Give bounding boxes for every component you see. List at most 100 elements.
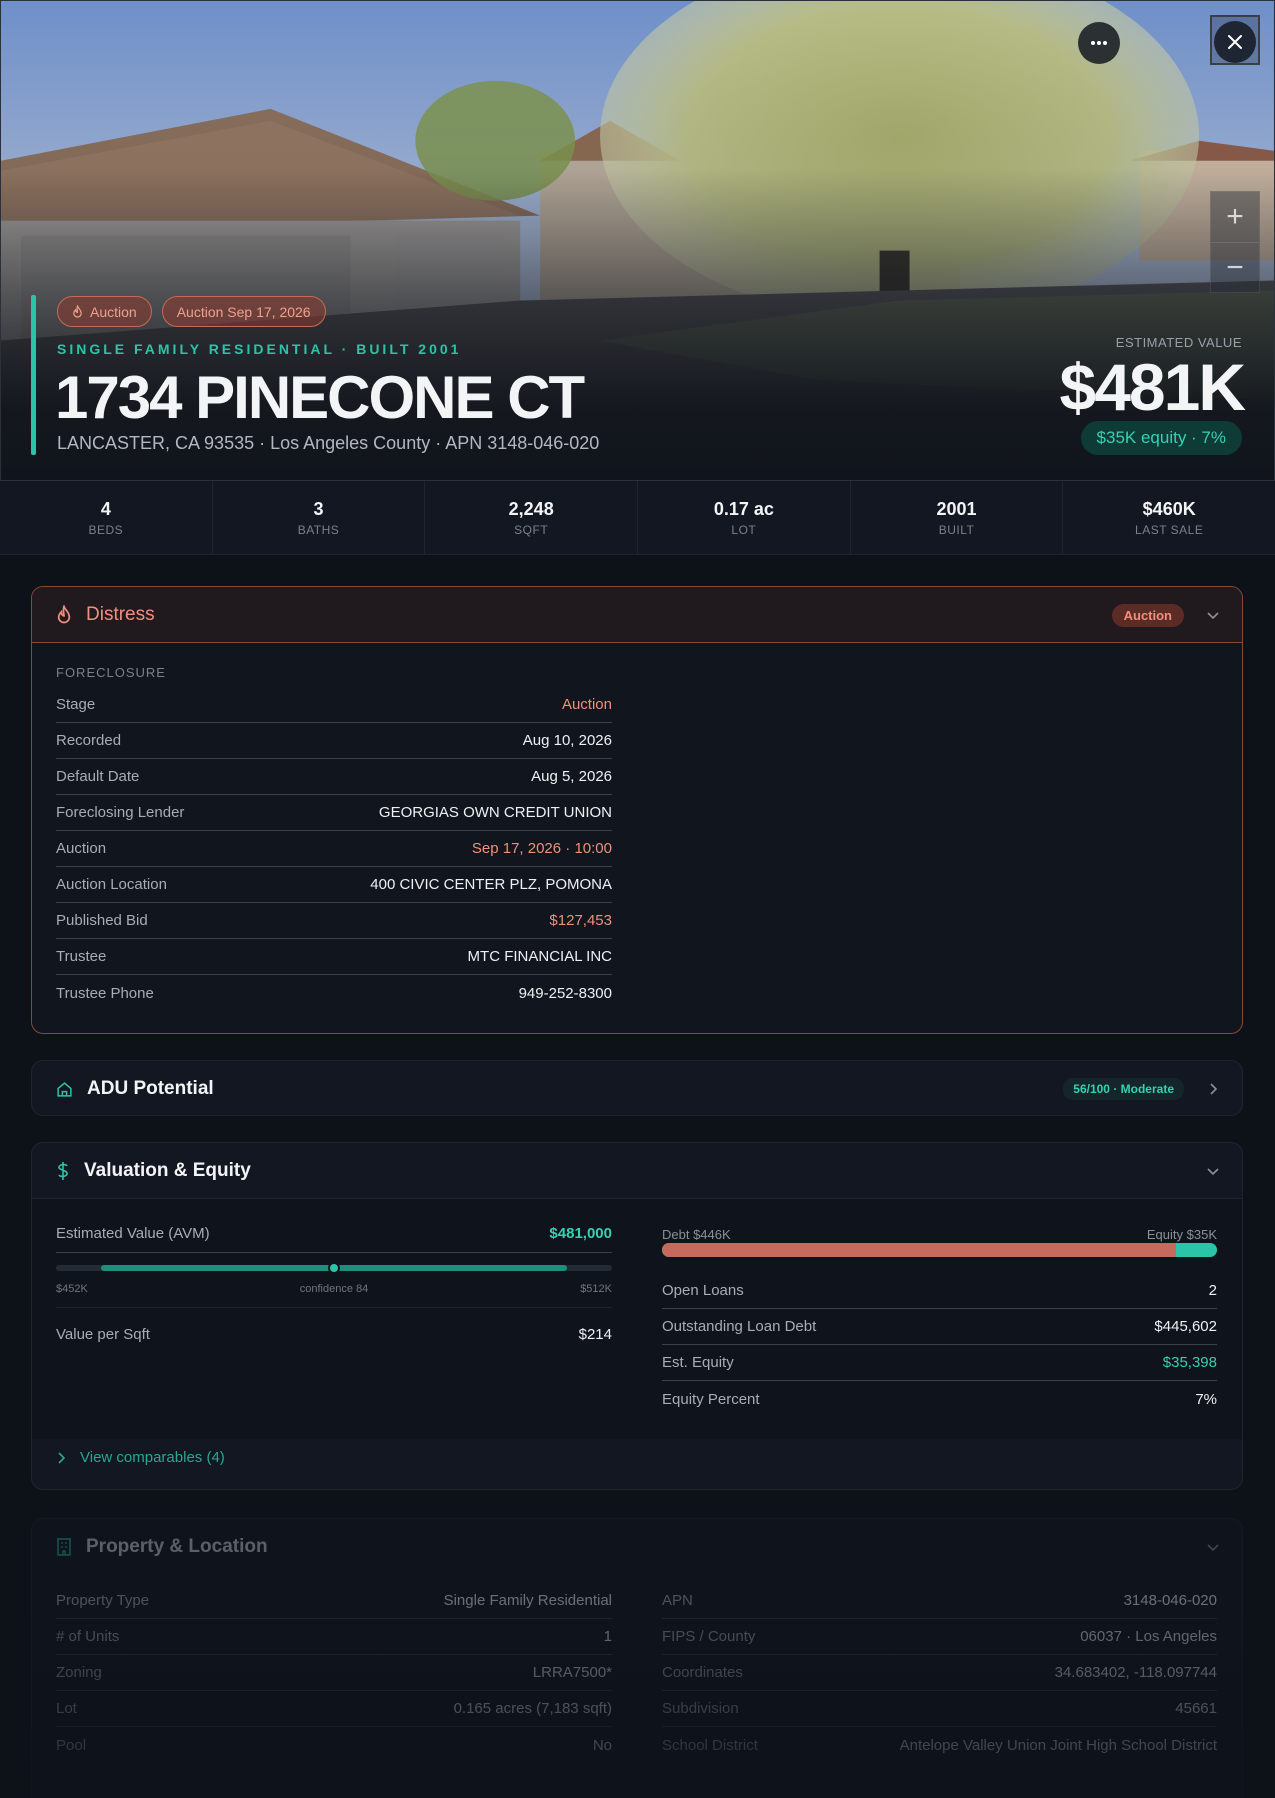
adu-potential-section[interactable]: ADU Potential 56/100 · Moderate (31, 1060, 1243, 1116)
row-label: Outstanding Loan Debt (662, 1318, 817, 1335)
stat-lot: 0.17 ac LOT (638, 481, 851, 554)
location-details-list: APN 3148-046-020 FIPS / County 06037 · Los… (662, 1583, 1217, 1763)
chevron-right-icon (58, 1451, 66, 1464)
row-label: Recorded (56, 732, 122, 749)
auction-chip: Auction (57, 296, 152, 327)
list-item: Zoning LRRA7500* (56, 1655, 612, 1691)
section-title: Distress (86, 603, 155, 625)
row-value: 45661 (1175, 1700, 1217, 1717)
row-label: Lot (56, 1700, 77, 1717)
close-button-frame (1210, 15, 1260, 65)
row-value: Single Family Residential (443, 1592, 612, 1609)
row-label: Trustee Phone (56, 984, 154, 1002)
chip-label: Auction Sep 17, 2026 (176, 303, 311, 320)
value-per-sqft-row: Value per Sqft $214 (56, 1307, 612, 1343)
zoom-out-button[interactable]: − (1211, 242, 1259, 292)
list-item: Open Loans 2 (662, 1273, 1217, 1309)
list-item: Coordinates 34.683402, -118.097744 (662, 1655, 1217, 1691)
close-button[interactable] (1214, 21, 1256, 63)
row-label: # of Units (56, 1628, 120, 1645)
avm-estimate-marker (328, 1262, 340, 1274)
valuation-header[interactable]: Valuation & Equity (32, 1143, 1242, 1199)
row-label: Auction Location (56, 876, 167, 893)
distress-section: Distress Auction FORECLOSURE Stage Auctio… (31, 586, 1243, 1034)
stat-label: BEDS (88, 522, 124, 537)
property-details-list: Property Type Single Family Residential #… (56, 1583, 612, 1763)
section-title: Valuation & Equity (84, 1159, 251, 1181)
property-location: LANCASTER, CA 93535 · Los Angeles County… (57, 433, 600, 453)
row-value: 949-252-8300 (518, 984, 612, 1002)
map-zoom-controls: + − (1210, 191, 1260, 293)
building-icon (57, 1538, 71, 1556)
equity-pill: $35K equity · 7% (1080, 421, 1242, 455)
adu-score-badge: 56/100 · Moderate (1063, 1078, 1184, 1100)
list-item: School District Antelope Valley Union Joi… (662, 1727, 1217, 1763)
row-label: Equity Percent (662, 1390, 760, 1408)
home-icon (57, 1081, 72, 1097)
chevron-down-icon[interactable] (1206, 1540, 1220, 1554)
row-value: $214 (578, 1326, 612, 1343)
row-label: Published Bid (56, 912, 148, 929)
row-value: 7% (1195, 1390, 1217, 1408)
chip-label: Auction (90, 303, 137, 320)
row-label: School District (662, 1736, 758, 1754)
avm-value: $481,000 (549, 1225, 612, 1242)
list-item: Trustee Phone 949-252-8300 (56, 975, 612, 1011)
stat-label: SQFT (514, 522, 549, 537)
estimated-value: $481K (1059, 350, 1246, 424)
debt-equity-bar (662, 1243, 1217, 1257)
row-value: No (592, 1736, 612, 1754)
zoom-in-button[interactable]: + (1211, 192, 1259, 242)
header-actions (1206, 1519, 1220, 1575)
row-value: $35,398 (1162, 1354, 1217, 1371)
chevron-right-icon[interactable] (1206, 1082, 1220, 1096)
chevron-down-icon[interactable] (1206, 608, 1220, 622)
adu-header[interactable]: ADU Potential 56/100 · Moderate (32, 1061, 1242, 1115)
row-value: 06037 · Los Angeles (1080, 1628, 1217, 1645)
row-label: Auction (56, 840, 107, 857)
stat-sqft: 2,248 SQFT (425, 481, 639, 554)
property-header[interactable]: Property & Location (32, 1519, 1242, 1575)
header-actions: Auction (1111, 587, 1220, 643)
dollar-icon (58, 1161, 68, 1180)
debt-equity-labels: Debt $446K Equity $35K (662, 1227, 1217, 1242)
row-label: APN (662, 1592, 693, 1609)
list-item: Subdivision 45661 (662, 1691, 1217, 1727)
row-label: Coordinates (662, 1664, 743, 1681)
comparables-label: View comparables (4) (80, 1449, 225, 1466)
chevron-down-icon[interactable] (1206, 1164, 1220, 1178)
more-options-button[interactable] (1078, 22, 1120, 64)
stat-value: 2,248 (508, 498, 554, 519)
row-label: Subdivision (662, 1700, 739, 1717)
row-value: 3148-046-020 (1123, 1592, 1217, 1609)
stat-last-sale: $460K LAST SALE (1063, 481, 1275, 554)
list-item: Recorded Aug 10, 2026 (56, 723, 612, 759)
debt-label: Debt $446K (662, 1227, 731, 1242)
row-label: Pool (56, 1736, 87, 1754)
row-label: Trustee (56, 948, 107, 965)
row-value: 34.683402, -118.097744 (1054, 1664, 1217, 1681)
row-label: Zoning (56, 1664, 102, 1681)
list-item: # of Units 1 (56, 1619, 612, 1655)
row-label: Est. Equity (662, 1354, 734, 1371)
row-label: Default Date (56, 768, 140, 785)
close-icon (1228, 35, 1242, 49)
row-value: 1 (603, 1628, 612, 1645)
row-value: $445,602 (1154, 1318, 1217, 1335)
list-item: Foreclosing Lender GEORGIAS OWN CREDIT UN… (56, 795, 612, 831)
group-label: FORECLOSURE (56, 665, 166, 680)
view-comparables-link[interactable]: View comparables (4) (56, 1449, 225, 1466)
list-item: Equity Percent 7% (662, 1381, 1217, 1417)
distress-header[interactable]: Distress Auction (32, 587, 1242, 643)
stat-value: 4 (100, 498, 111, 519)
stat-label: BATHS (297, 522, 340, 537)
row-value: Sep 17, 2026 · 10:00 (471, 840, 612, 857)
property-stats-bar: 4 BEDS 3 BATHS 2,248 SQFT 0.17 ac LOT 20… (0, 480, 1275, 555)
stat-beds: 4 BEDS (0, 481, 213, 554)
status-badge: Auction (1111, 603, 1184, 627)
header-actions (1206, 1143, 1220, 1199)
stat-value: 2001 (936, 498, 977, 519)
property-kicker: SINGLE FAMILY RESIDENTIAL · BUILT 2001 (57, 341, 462, 357)
flame-icon (57, 605, 71, 624)
list-item: Lot 0.165 acres (7,183 sqft) (56, 1691, 612, 1727)
